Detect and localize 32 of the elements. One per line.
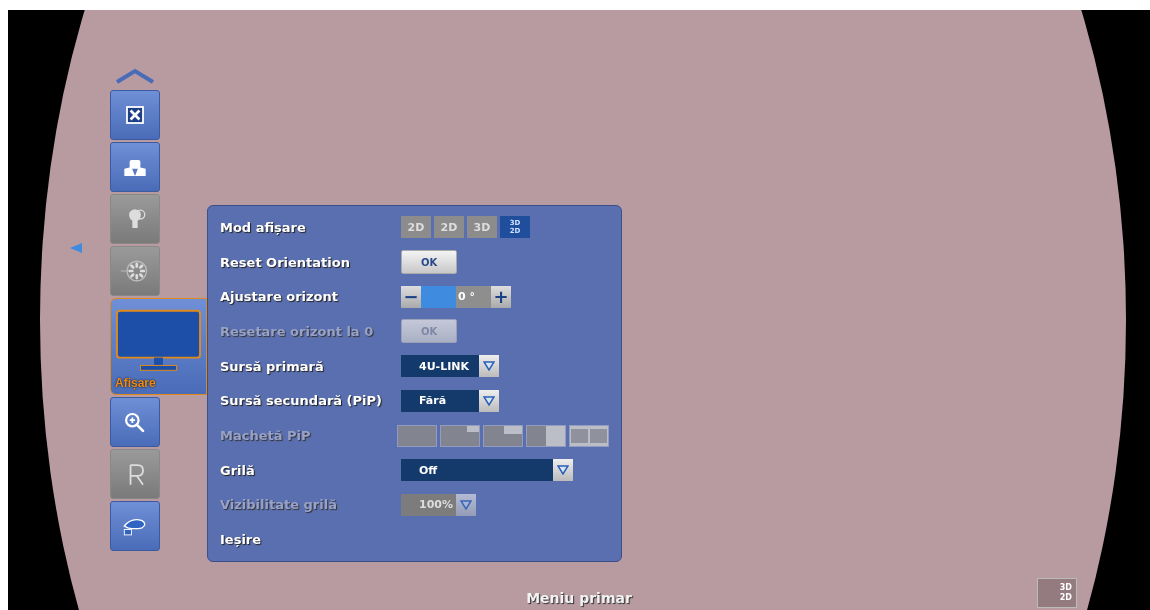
dropdown-arrow-icon bbox=[483, 361, 495, 372]
increase-button[interactable]: + bbox=[491, 285, 511, 308]
scroll-up-icon[interactable] bbox=[115, 68, 155, 84]
dropdown-arrow-icon bbox=[483, 395, 495, 406]
hand-tile[interactable] bbox=[110, 501, 160, 551]
display-mode-toggle[interactable]: 3D 2D bbox=[1037, 578, 1077, 608]
close-tile[interactable] bbox=[110, 90, 160, 140]
setting-label: Reset Orientation bbox=[220, 254, 351, 270]
dropdown-arrow-icon bbox=[460, 499, 472, 510]
horizon-value: 0 ° bbox=[458, 288, 475, 305]
dropdown-arrow-icon bbox=[557, 465, 569, 476]
horizon-slider-fill[interactable] bbox=[421, 285, 456, 308]
setting-label: Grilă bbox=[220, 462, 256, 478]
monitor-icon bbox=[115, 308, 202, 374]
decrease-button[interactable]: − bbox=[401, 285, 421, 308]
exit-link[interactable]: Ieșire bbox=[220, 532, 401, 548]
display-mode-option[interactable]: 3D bbox=[467, 216, 497, 239]
setting-label: Sursă secundară (PiP) bbox=[220, 393, 384, 409]
setting-label: Mod afișare bbox=[220, 219, 307, 235]
zoom-tile[interactable] bbox=[110, 397, 160, 447]
setting-label: Ajustare orizont bbox=[220, 289, 339, 305]
ok-button[interactable]: OK bbox=[401, 250, 457, 275]
setting-label: Machetă PiP bbox=[220, 428, 312, 444]
display-mode-option[interactable]: 2D bbox=[434, 216, 464, 239]
pointer-icon bbox=[70, 243, 82, 253]
display-mode-option[interactable]: 2D bbox=[401, 216, 431, 239]
camera-tile[interactable] bbox=[110, 142, 160, 192]
setting-label: Resetare orizont la 0 bbox=[220, 323, 375, 339]
setting-label: Vizibilitate grilă bbox=[220, 497, 338, 513]
setting-label: Sursă primară bbox=[220, 358, 325, 374]
menu-title: Meniu primar bbox=[526, 590, 632, 606]
tile-label: Afișare bbox=[115, 376, 157, 390]
